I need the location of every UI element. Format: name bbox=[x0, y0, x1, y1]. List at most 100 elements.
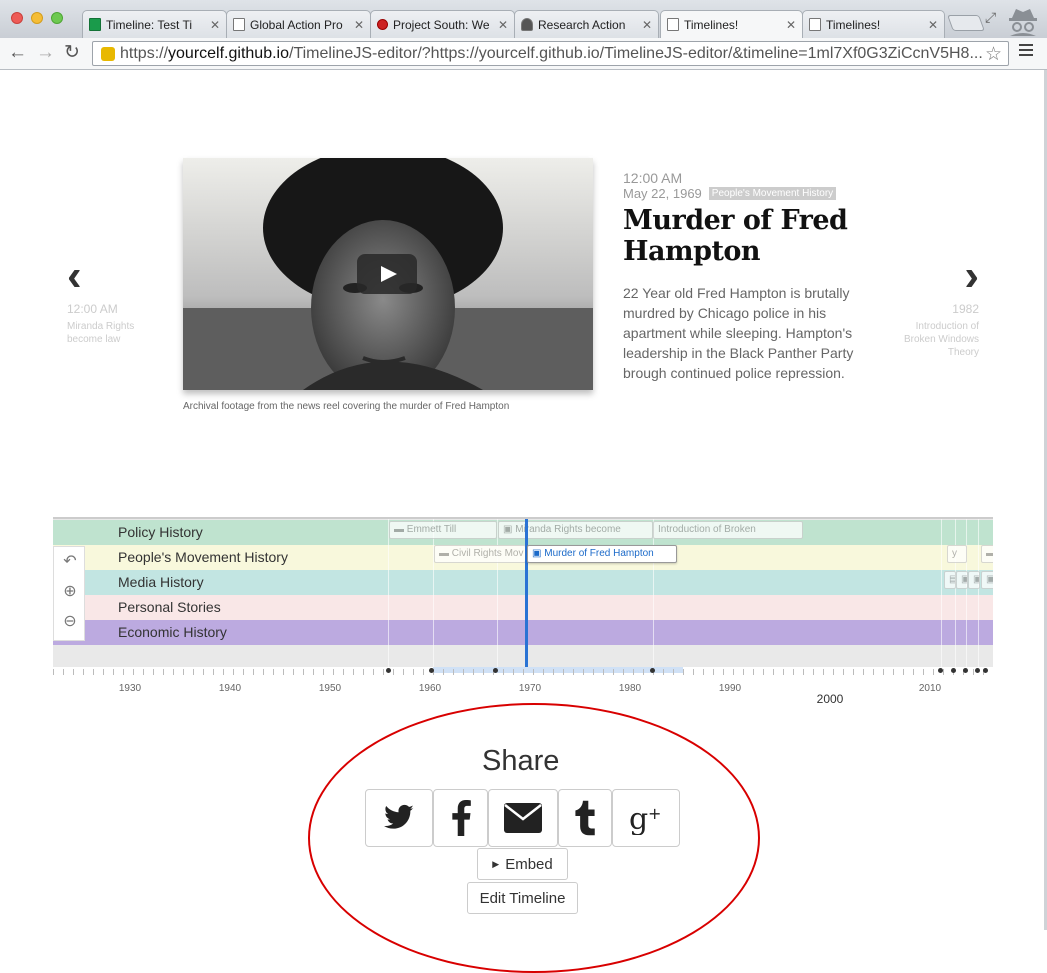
event-dot bbox=[938, 668, 943, 673]
band-economic-history: Economic History bbox=[53, 620, 993, 645]
group-badge: People's Movement History bbox=[708, 187, 837, 200]
email-share-button[interactable] bbox=[488, 789, 558, 847]
close-icon[interactable]: ✕ bbox=[928, 18, 938, 32]
image-icon: ▬ bbox=[439, 548, 452, 559]
axis-label: 1980 bbox=[618, 683, 642, 694]
axis-label: 1950 bbox=[318, 683, 342, 694]
minimize-window-button[interactable] bbox=[31, 12, 43, 24]
fullscreen-icon[interactable]: ⤢ bbox=[985, 9, 996, 26]
current-time-cursor bbox=[525, 519, 528, 667]
browser-tab[interactable]: Timelines! ✕ bbox=[802, 10, 945, 38]
google-plus-share-button[interactable]: g + bbox=[612, 789, 680, 847]
timeline-marker[interactable]: y bbox=[947, 545, 967, 563]
next-slide-nav[interactable]: › 1982 Introduction of Broken Windows Th… bbox=[895, 254, 979, 359]
browser-tab-bar: Timeline: Test Ti ✕ Global Action Pro ✕ … bbox=[0, 0, 1047, 38]
marker-line bbox=[966, 519, 967, 667]
document-icon: ▤ bbox=[949, 574, 955, 585]
back-to-start-icon[interactable]: ↶ bbox=[61, 551, 79, 571]
axis-label: 1930 bbox=[118, 683, 142, 694]
event-dot bbox=[983, 668, 988, 673]
video-icon: ▣ bbox=[532, 548, 545, 559]
timeline-navigator[interactable]: Policy History People's Movement History… bbox=[53, 517, 993, 667]
close-icon[interactable]: ✕ bbox=[786, 18, 796, 32]
event-dot bbox=[951, 668, 956, 673]
share-title: Share bbox=[482, 745, 560, 777]
timeline-tools: ↶ ⊕ ⊖ bbox=[53, 546, 85, 641]
zoom-window-button[interactable] bbox=[51, 12, 63, 24]
timeline-marker[interactable]: ▬ Emmett Till bbox=[389, 521, 497, 539]
slide-date: May 22, 1969 bbox=[623, 186, 702, 201]
person-icon bbox=[521, 18, 533, 31]
video-icon: ▣ bbox=[986, 574, 993, 585]
envelope-icon bbox=[504, 803, 542, 833]
timeline-marker-active[interactable]: ▣ Murder of Fred Hampton bbox=[527, 545, 677, 563]
zoom-in-icon[interactable]: ⊕ bbox=[61, 581, 79, 601]
forward-icon[interactable]: → bbox=[36, 42, 55, 64]
back-icon[interactable]: ← bbox=[8, 42, 27, 64]
event-dot bbox=[386, 668, 391, 673]
tumblr-share-button[interactable] bbox=[558, 789, 612, 847]
browser-tab[interactable]: Project South: We ✕ bbox=[370, 10, 515, 38]
slide-date-row: May 22, 1969 People's Movement History bbox=[623, 186, 863, 201]
reload-icon[interactable]: ↻ bbox=[64, 42, 80, 64]
twitter-icon: y bbox=[952, 548, 957, 559]
lock-warning-icon bbox=[101, 46, 115, 61]
close-icon[interactable]: ✕ bbox=[642, 18, 652, 32]
video-player[interactable] bbox=[183, 158, 593, 390]
timeline-marker[interactable]: ▣ bbox=[968, 571, 980, 589]
edit-timeline-button[interactable]: Edit Timeline bbox=[467, 882, 578, 914]
browser-tab[interactable]: Timeline: Test Ti ✕ bbox=[82, 10, 227, 38]
axis-label: 1960 bbox=[418, 683, 442, 694]
event-dot bbox=[975, 668, 980, 673]
marker-line bbox=[653, 519, 654, 667]
event-dot bbox=[429, 668, 434, 673]
event-dot bbox=[963, 668, 968, 673]
menu-icon[interactable] bbox=[1019, 44, 1033, 58]
video-icon: ▣ bbox=[503, 524, 516, 535]
chevron-right-icon[interactable]: › bbox=[895, 254, 979, 298]
timeline-marker[interactable]: ▬ bbox=[981, 545, 993, 563]
slide-body: 22 Year old Fred Hampton is brutally mur… bbox=[623, 285, 854, 381]
play-button[interactable] bbox=[357, 254, 417, 294]
axis-label: 1990 bbox=[718, 683, 742, 694]
close-window-button[interactable] bbox=[11, 12, 23, 24]
media-caption: Archival footage from the news reel cove… bbox=[183, 401, 510, 412]
timeline-marker[interactable]: Introduction of Broken bbox=[653, 521, 803, 539]
browser-tab[interactable]: Research Action ✕ bbox=[514, 10, 659, 38]
video-icon: ▣ bbox=[961, 574, 967, 585]
close-icon[interactable]: ✕ bbox=[498, 18, 508, 32]
video-icon: ▣ bbox=[973, 574, 979, 585]
embed-button[interactable]: ▶ Embed bbox=[477, 848, 568, 880]
event-dot bbox=[650, 668, 655, 673]
zoom-out-icon[interactable]: ⊖ bbox=[61, 611, 79, 631]
band-personal-stories: Personal Stories bbox=[53, 595, 993, 620]
timeline-marker[interactable]: ▣ bbox=[981, 571, 993, 589]
twitter-share-button[interactable] bbox=[365, 789, 433, 847]
address-bar[interactable]: https://yourcelf.github.io/TimelineJS-ed… bbox=[92, 41, 1009, 66]
twitter-icon bbox=[384, 804, 414, 829]
timeline-marker[interactable]: ▤ bbox=[944, 571, 956, 589]
bookmark-star-icon[interactable]: ☆ bbox=[985, 43, 1002, 65]
close-icon[interactable]: ✕ bbox=[210, 18, 220, 32]
axis-label-major: 2000 bbox=[816, 692, 844, 706]
marker-line bbox=[433, 519, 434, 667]
slide-headline: Murder of Fred Hampton bbox=[623, 205, 848, 267]
browser-tab-active[interactable]: Timelines! ✕ bbox=[660, 10, 803, 38]
svg-text:g: g bbox=[629, 802, 648, 835]
band-media-history: Media History bbox=[53, 570, 993, 595]
incognito-icon bbox=[1009, 9, 1037, 36]
chevron-left-icon[interactable]: ‹ bbox=[67, 254, 167, 298]
timeline-marker[interactable]: ▬ Civil Rights Mov bbox=[434, 545, 526, 563]
browser-tab[interactable]: Global Action Pro ✕ bbox=[226, 10, 371, 38]
close-icon[interactable]: ✕ bbox=[354, 18, 364, 32]
browser-toolbar: ← → ↻ https://yourcelf.github.io/Timelin… bbox=[0, 38, 1047, 70]
marker-line bbox=[497, 519, 498, 667]
sheet-icon bbox=[89, 18, 101, 31]
axis-ticks bbox=[53, 669, 993, 675]
timeline-marker[interactable]: ▣ Miranda Rights become bbox=[498, 521, 653, 539]
facebook-share-button[interactable] bbox=[433, 789, 488, 847]
page-icon bbox=[667, 18, 679, 31]
previous-slide-nav[interactable]: ‹ 12:00 AM Miranda Rights become law bbox=[67, 254, 167, 346]
timeline-marker[interactable]: ▣ bbox=[956, 571, 968, 589]
new-tab-button[interactable] bbox=[947, 15, 985, 31]
